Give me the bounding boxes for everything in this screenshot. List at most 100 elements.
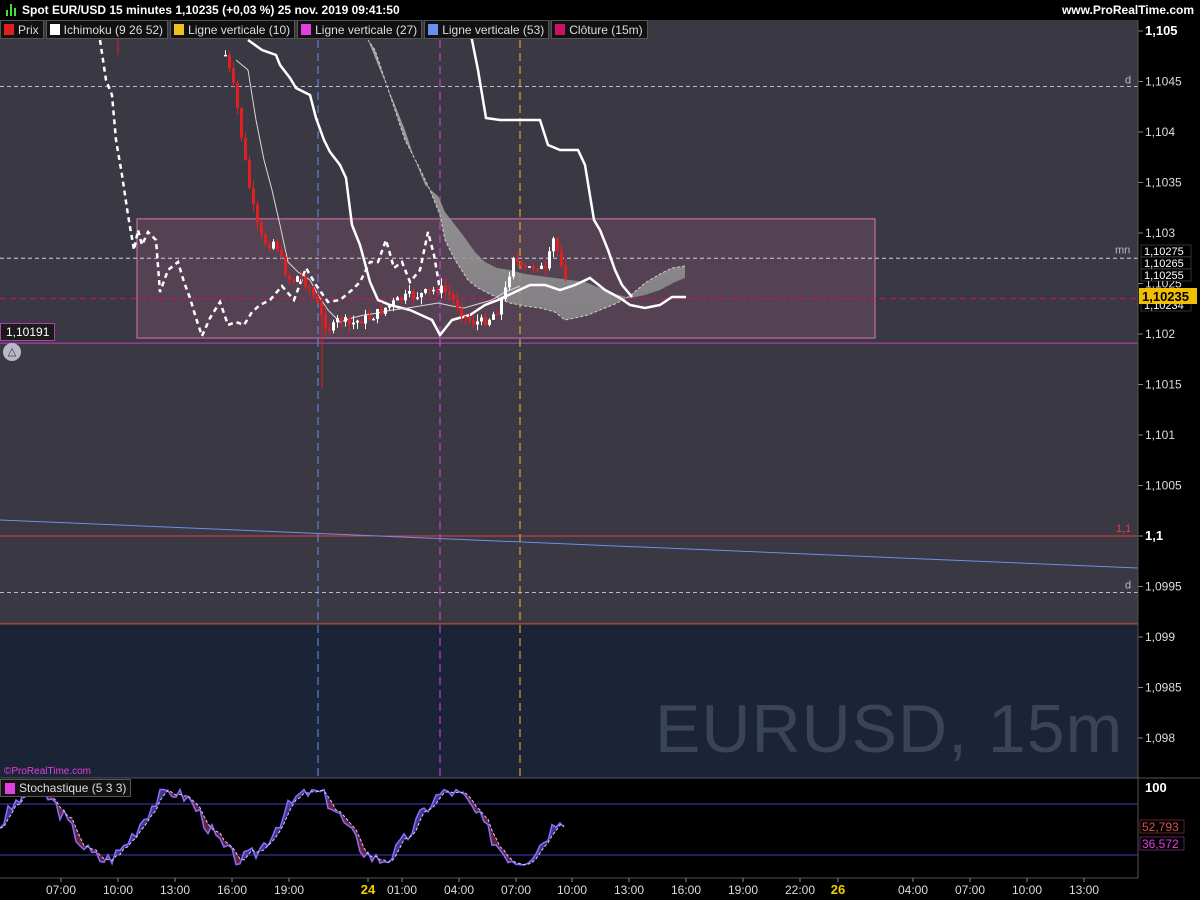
- time-tick-label: 04:00: [444, 883, 474, 897]
- time-tick-label: 13:00: [614, 883, 644, 897]
- candle-body: [380, 309, 383, 314]
- price-tick-label: 1,0995: [1145, 580, 1182, 594]
- legend-item-vline-27[interactable]: Ligne verticale (27): [297, 20, 423, 39]
- legend-item-prix[interactable]: Prix: [0, 20, 44, 39]
- candle-body: [376, 309, 379, 319]
- time-tick-label: 01:00: [387, 883, 417, 897]
- candle-body: [340, 318, 343, 322]
- price-tick-label: 1,0985: [1145, 681, 1182, 695]
- time-tick-label: 19:00: [274, 883, 304, 897]
- candle-body: [520, 261, 523, 266]
- time-tick-label: 16:00: [671, 883, 701, 897]
- support-level-label[interactable]: 1,10191: [0, 323, 56, 341]
- candle-body: [432, 289, 435, 292]
- candle-body: [484, 317, 487, 325]
- price-tick-label: 1,099: [1145, 630, 1175, 644]
- candle-body: [420, 292, 423, 298]
- candle-body: [332, 322, 335, 331]
- stoch-k-value: 52,793: [1142, 820, 1179, 834]
- candle-body: [224, 54, 227, 57]
- candle-body: [240, 107, 243, 138]
- candle-body: [508, 276, 511, 288]
- candle-body: [548, 251, 551, 269]
- candle-body: [456, 299, 459, 308]
- candle-body: [512, 258, 515, 277]
- candle-body: [488, 319, 491, 325]
- time-tick-label: 16:00: [217, 883, 247, 897]
- price-tag-label: 1,10275: [1144, 246, 1184, 258]
- candle-body: [528, 266, 531, 268]
- candle-body: [364, 315, 367, 324]
- candle-body: [408, 291, 411, 294]
- candle-body: [500, 298, 503, 315]
- price-tick-label: 1,101: [1145, 428, 1175, 442]
- candle-body: [472, 320, 475, 325]
- candle-body: [276, 241, 279, 250]
- candle-body: [424, 289, 427, 293]
- legend-swatch: [555, 24, 566, 35]
- current-price-label: 1,10235: [1142, 289, 1189, 304]
- legend-swatch: [4, 24, 14, 35]
- legend-swatch: [49, 24, 60, 35]
- candle-body: [236, 82, 239, 108]
- legend-item-vline-10[interactable]: Ligne verticale (10): [170, 20, 296, 39]
- site-link[interactable]: www.ProRealTime.com: [1062, 3, 1194, 17]
- level-line-label: d: [1125, 75, 1131, 87]
- stochastic-legend[interactable]: Stochastique (5 3 3): [0, 779, 132, 797]
- candle-body: [272, 241, 275, 249]
- legend-swatch: [301, 24, 312, 35]
- candle-body: [460, 307, 463, 317]
- candle-body: [368, 315, 371, 320]
- candle-body: [436, 289, 439, 293]
- candle-body: [304, 276, 307, 288]
- legend-swatch: [174, 24, 185, 35]
- time-tick-label: 04:00: [898, 883, 928, 897]
- candle-body: [288, 275, 291, 280]
- time-tick-label: 24: [361, 882, 376, 897]
- candle-body: [280, 249, 283, 257]
- time-tick-label: 07:00: [955, 883, 985, 897]
- candle-body: [452, 294, 455, 300]
- time-tick-label: 07:00: [501, 883, 531, 897]
- price-tick-label: 1,105: [1145, 23, 1178, 38]
- candle-body: [412, 291, 415, 298]
- candle-body: [564, 265, 567, 279]
- candle-body: [348, 317, 351, 325]
- stoch-axis-top: 100: [1145, 780, 1167, 795]
- candle-body: [536, 268, 539, 271]
- time-tick-label: 10:00: [557, 883, 587, 897]
- alert-bell-icon[interactable]: △: [3, 343, 21, 361]
- price-tick-label: 1,102: [1145, 327, 1175, 341]
- candle-body: [540, 265, 543, 270]
- time-tick-label: 22:00: [785, 883, 815, 897]
- stochastic-label: Stochastique (5 3 3): [19, 781, 127, 795]
- legend-swatch: [5, 782, 15, 794]
- candle-body: [552, 238, 555, 252]
- candle-body: [388, 304, 391, 308]
- price-tick-label: 1,098: [1145, 731, 1175, 745]
- time-tick-label: 13:00: [160, 883, 190, 897]
- price-tick-label: 1,1015: [1145, 378, 1182, 392]
- candle-body: [480, 317, 483, 322]
- candle-body: [312, 288, 315, 296]
- candle-body: [352, 322, 355, 325]
- legend-item-ichimoku[interactable]: Ichimoku (9 26 52): [45, 20, 169, 39]
- price-tick-label: 1,1045: [1145, 75, 1182, 89]
- legend-label: Ligne verticale (10): [188, 22, 291, 37]
- time-tick-label: 10:00: [1012, 883, 1042, 897]
- candle-body: [516, 258, 519, 262]
- candle-body: [356, 320, 359, 323]
- legend-item-vline-53[interactable]: Ligne verticale (53): [424, 20, 550, 39]
- candle-body: [532, 266, 535, 269]
- candle-body: [384, 307, 387, 314]
- candle-body: [324, 314, 327, 329]
- top-bar: Spot EUR/USD 15 minutes 1,10235 (+0,03 %…: [0, 0, 1200, 20]
- legend-label: Ligne verticale (53): [442, 22, 545, 37]
- candle-body: [372, 318, 375, 321]
- level-line-label: 1,1: [1116, 523, 1131, 535]
- legend-label: Clôture (15m): [569, 22, 643, 37]
- candle-body: [416, 297, 419, 299]
- legend-item-cloture[interactable]: Clôture (15m): [551, 20, 648, 39]
- symbol-watermark: EURUSD, 15m: [655, 691, 1124, 767]
- candle-body: [428, 289, 431, 291]
